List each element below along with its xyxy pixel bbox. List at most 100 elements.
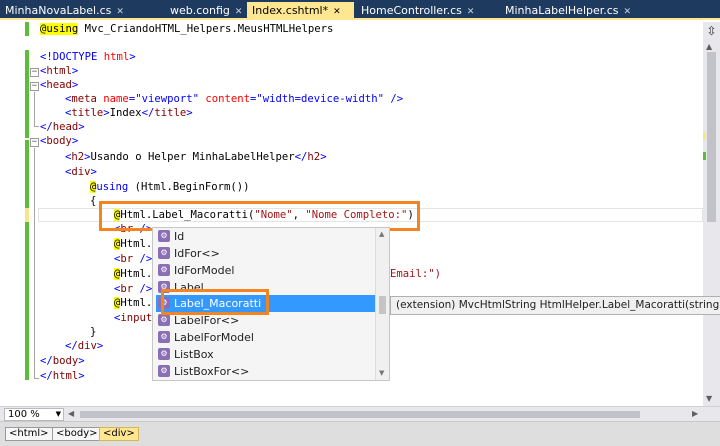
- completion-item[interactable]: ⚙ LabelForModel: [156, 329, 376, 346]
- scroll-up-icon[interactable]: ▲: [706, 42, 712, 51]
- code-line-21[interactable]: <input: [114, 311, 152, 325]
- change-marker: [25, 222, 29, 380]
- close-icon[interactable]: ✕: [467, 3, 475, 21]
- scroll-up-icon[interactable]: ▲: [379, 230, 384, 238]
- scroll-down-icon[interactable]: ▼: [706, 394, 712, 403]
- close-icon[interactable]: ✕: [333, 3, 341, 21]
- code-text: />: [133, 253, 153, 265]
- breadcrumb-div[interactable]: <div>: [99, 427, 139, 441]
- code-line-9[interactable]: <body>: [40, 134, 78, 148]
- code-text: </: [40, 121, 53, 133]
- code-line-16[interactable]: @Html.: [114, 237, 152, 251]
- completion-label: IdFor<>: [174, 247, 220, 260]
- code-text: h2: [71, 151, 85, 163]
- outline-line: [34, 148, 35, 378]
- outline-line: [34, 92, 35, 126]
- code-text: head: [46, 79, 72, 91]
- completion-item[interactable]: ⚙ ListBoxFor<>: [156, 363, 376, 380]
- collapse-head-icon[interactable]: −: [30, 82, 39, 91]
- scroll-right-icon[interactable]: ▶: [692, 409, 698, 418]
- scroll-thumb[interactable]: [80, 411, 640, 418]
- vertical-scrollbar[interactable]: ⇳ ▲ ▼: [703, 22, 720, 406]
- collapse-html-icon[interactable]: −: [30, 68, 39, 77]
- extension-method-icon: ⚙: [158, 247, 170, 259]
- code-line-22[interactable]: }: [90, 325, 96, 339]
- horizontal-scrollbar[interactable]: ◀ ▶: [68, 409, 702, 420]
- code-line-4[interactable]: <html>: [40, 64, 78, 78]
- code-line-6[interactable]: <meta name="viewport" content="width=dev…: [65, 92, 403, 106]
- outline-end: [34, 126, 39, 127]
- close-icon[interactable]: ✕: [116, 3, 124, 21]
- code-line-11[interactable]: <div>: [65, 165, 97, 179]
- code-text: >: [90, 166, 97, 178]
- tab-label: HomeController.cs: [361, 4, 462, 17]
- chevron-down-icon: ▼: [55, 410, 61, 418]
- code-line-23[interactable]: </div>: [65, 339, 103, 353]
- scroll-left-icon[interactable]: ◀: [68, 409, 74, 418]
- code-text: div: [71, 166, 91, 178]
- code-line-18[interactable]: @Html.: [114, 267, 152, 281]
- code-line-25[interactable]: </html>: [40, 369, 85, 383]
- code-text: </: [141, 107, 155, 119]
- code-line-19[interactable]: <br />: [114, 282, 152, 296]
- breadcrumb-body[interactable]: <body>: [52, 427, 102, 441]
- code-text: </: [40, 355, 53, 367]
- split-window-icon[interactable]: ⇳: [705, 24, 718, 38]
- code-text: "width=device-width": [256, 93, 384, 105]
- code-line-24[interactable]: </body>: [40, 354, 85, 368]
- tab-minha-label-helper[interactable]: MinhaLabelHelper.cs ✕: [500, 2, 650, 20]
- code-text: content: [198, 93, 250, 105]
- completion-label: LabelForModel: [174, 331, 254, 344]
- code-line-12[interactable]: @using (Html.BeginForm()): [90, 180, 249, 194]
- outline-end: [34, 378, 39, 379]
- tab-label: web.config: [170, 4, 230, 17]
- code-text: name: [96, 93, 129, 105]
- code-text: Html.: [120, 297, 153, 309]
- extension-method-icon: ⚙: [158, 348, 170, 360]
- code-text: div: [77, 340, 97, 352]
- completion-item[interactable]: ⚙ IdForModel: [156, 262, 376, 279]
- breadcrumb-html[interactable]: <html>: [5, 427, 53, 441]
- completion-item[interactable]: ⚙ Id: [156, 228, 376, 245]
- code-text: h2: [307, 151, 321, 163]
- change-marker: [25, 208, 29, 222]
- highlight-selected-completion: [161, 289, 269, 315]
- completion-item[interactable]: ⚙ IdFor<>: [156, 245, 376, 262]
- completion-label: Id: [174, 230, 185, 243]
- completion-label: IdForModel: [174, 264, 235, 277]
- code-text: input: [120, 312, 153, 324]
- code-line-5[interactable]: <head>: [40, 78, 78, 92]
- code-line-8[interactable]: </head>: [40, 120, 85, 134]
- close-icon[interactable]: ✕: [235, 3, 243, 21]
- collapse-body-icon[interactable]: −: [30, 138, 39, 147]
- tab-index-cshtml[interactable]: Index.cshtml* ✕: [247, 2, 354, 20]
- code-text: </: [40, 370, 53, 382]
- code-text: Html.: [120, 268, 153, 280]
- code-line-20[interactable]: @Html.: [114, 296, 152, 310]
- tab-minha-nova-label[interactable]: MinhaNovaLabel.cs ✕: [0, 2, 150, 20]
- completion-item[interactable]: ⚙ ListBox: [156, 346, 376, 363]
- code-line-3[interactable]: <!DOCTYPE html>: [40, 50, 136, 64]
- scroll-thumb[interactable]: [707, 52, 716, 222]
- code-line-13[interactable]: {: [90, 194, 96, 208]
- tab-home-controller[interactable]: HomeController.cs ✕: [356, 2, 496, 20]
- close-icon[interactable]: ✕: [624, 3, 632, 21]
- code-text: >: [78, 121, 85, 133]
- code-line-7[interactable]: <title>Index</title>: [65, 106, 193, 120]
- code-line-1[interactable]: @using Mvc_CriandoHTML_Helpers.MeusHTMLH…: [40, 22, 333, 36]
- code-text: head: [52, 121, 79, 133]
- zoom-dropdown[interactable]: 100 % ▼: [4, 408, 64, 421]
- scroll-down-icon[interactable]: ▼: [379, 369, 384, 377]
- code-line-17[interactable]: <br />: [114, 252, 152, 266]
- code-text: >: [129, 51, 136, 63]
- indicator-margin: [0, 22, 28, 406]
- popup-scrollbar[interactable]: ▲ ▼: [375, 228, 389, 380]
- code-line-18-tail[interactable]: Email:"): [390, 267, 441, 281]
- tab-web-config[interactable]: web.config ✕: [150, 2, 246, 20]
- zoom-value: 100 %: [8, 409, 40, 420]
- extension-method-icon: ⚙: [158, 331, 170, 343]
- change-mark: [703, 152, 706, 160]
- scroll-thumb[interactable]: [379, 296, 386, 314]
- code-text: Mvc_CriandoHTML_Helpers.MeusHTMLHelpers: [78, 23, 334, 35]
- code-line-10[interactable]: <h2>Usando o Helper MinhaLabelHelper</h2…: [65, 150, 327, 164]
